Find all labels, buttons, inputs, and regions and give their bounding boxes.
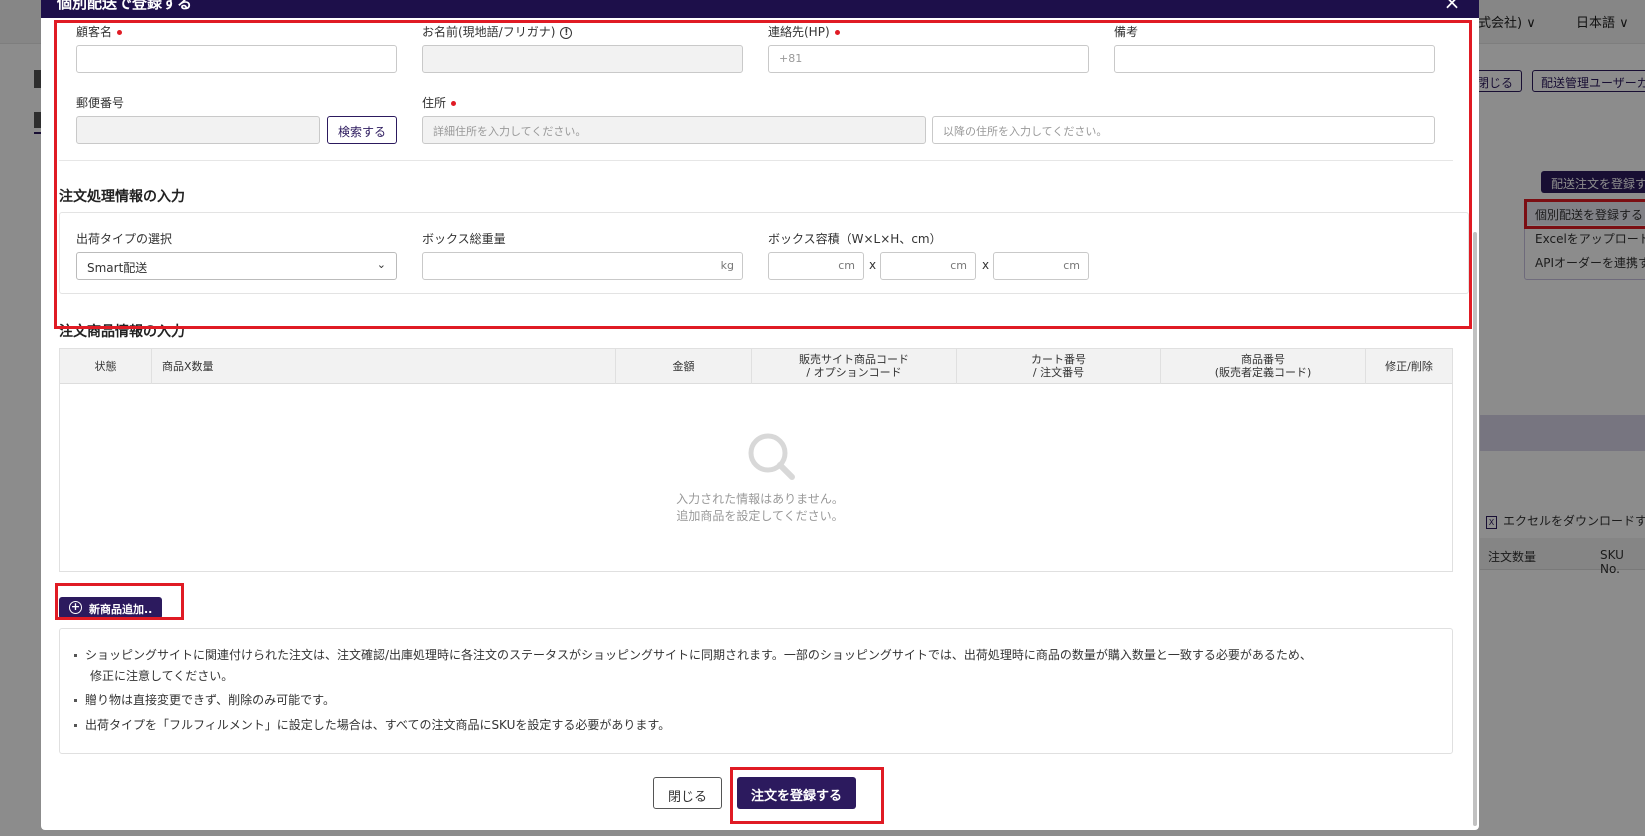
close-icon[interactable]: × bbox=[1441, 0, 1463, 14]
empty-line-1: 入力された情報はありません。 bbox=[676, 492, 844, 506]
modal-header: 個別配送で登録する × bbox=[41, 0, 1479, 18]
bullet bbox=[74, 724, 77, 727]
note-continuation: 修正に注意してください。 bbox=[90, 669, 234, 683]
submit-highlight-box bbox=[730, 767, 884, 824]
col-site-code: 販売サイト商品コード / オプションコード bbox=[752, 349, 957, 384]
note-item: 贈り物は直接変更できず、削除のみ可能です。 bbox=[74, 690, 335, 711]
individual-delivery-modal: 個別配送で登録する × 顧客名 お名前(現地語/フリガナ)! 連絡先(HP) +… bbox=[41, 0, 1479, 830]
search-empty-icon bbox=[748, 433, 795, 480]
note-item: 出荷タイプを「フルフィルメント」に設定した場合は、すべての注文商品にSKUを設定… bbox=[74, 715, 670, 736]
products-table: 状態 商品X数量 金額 販売サイト商品コード / オプションコード カート番号 … bbox=[59, 348, 1453, 572]
close-button[interactable]: 閉じる bbox=[653, 777, 723, 809]
modal-scrollbar[interactable] bbox=[1473, 232, 1477, 826]
note-item: ショッピングサイトに関連付けられた注文は、注文確認/出庫処理時に各注文のステータ… bbox=[74, 645, 1312, 666]
empty-message: 入力された情報はありません。 追加商品を設定してください。 bbox=[520, 491, 1000, 525]
form-highlight-box bbox=[54, 20, 1472, 329]
note-text: 出荷タイプを「フルフィルメント」に設定した場合は、すべての注文商品にSKUを設定… bbox=[85, 718, 671, 732]
bullet bbox=[74, 699, 77, 702]
col-product-qty: 商品X数量 bbox=[152, 349, 616, 384]
col-cart-number: カート番号 / 注文番号 bbox=[957, 349, 1161, 384]
note-text: ショッピングサイトに関連付けられた注文は、注文確認/出庫処理時に各注文のステータ… bbox=[85, 648, 1312, 662]
empty-line-2: 追加商品を設定してください。 bbox=[676, 509, 844, 523]
col-amount: 金額 bbox=[616, 349, 752, 384]
table-header: 状態 商品X数量 金額 販売サイト商品コード / オプションコード カート番号 … bbox=[60, 349, 1452, 384]
bullet bbox=[74, 654, 77, 657]
modal-title: 個別配送で登録する bbox=[57, 0, 193, 12]
notes-panel: ショッピングサイトに関連付けられた注文は、注文確認/出庫処理時に各注文のステータ… bbox=[59, 628, 1453, 754]
col-status: 状態 bbox=[60, 349, 152, 384]
note-text: 贈り物は直接変更できず、削除のみ可能です。 bbox=[85, 693, 335, 707]
col-edit-delete: 修正/削除 bbox=[1385, 360, 1433, 373]
add-button-highlight-box bbox=[55, 583, 184, 620]
col-product-number: 商品番号 (販売者定義コード) bbox=[1161, 349, 1366, 384]
